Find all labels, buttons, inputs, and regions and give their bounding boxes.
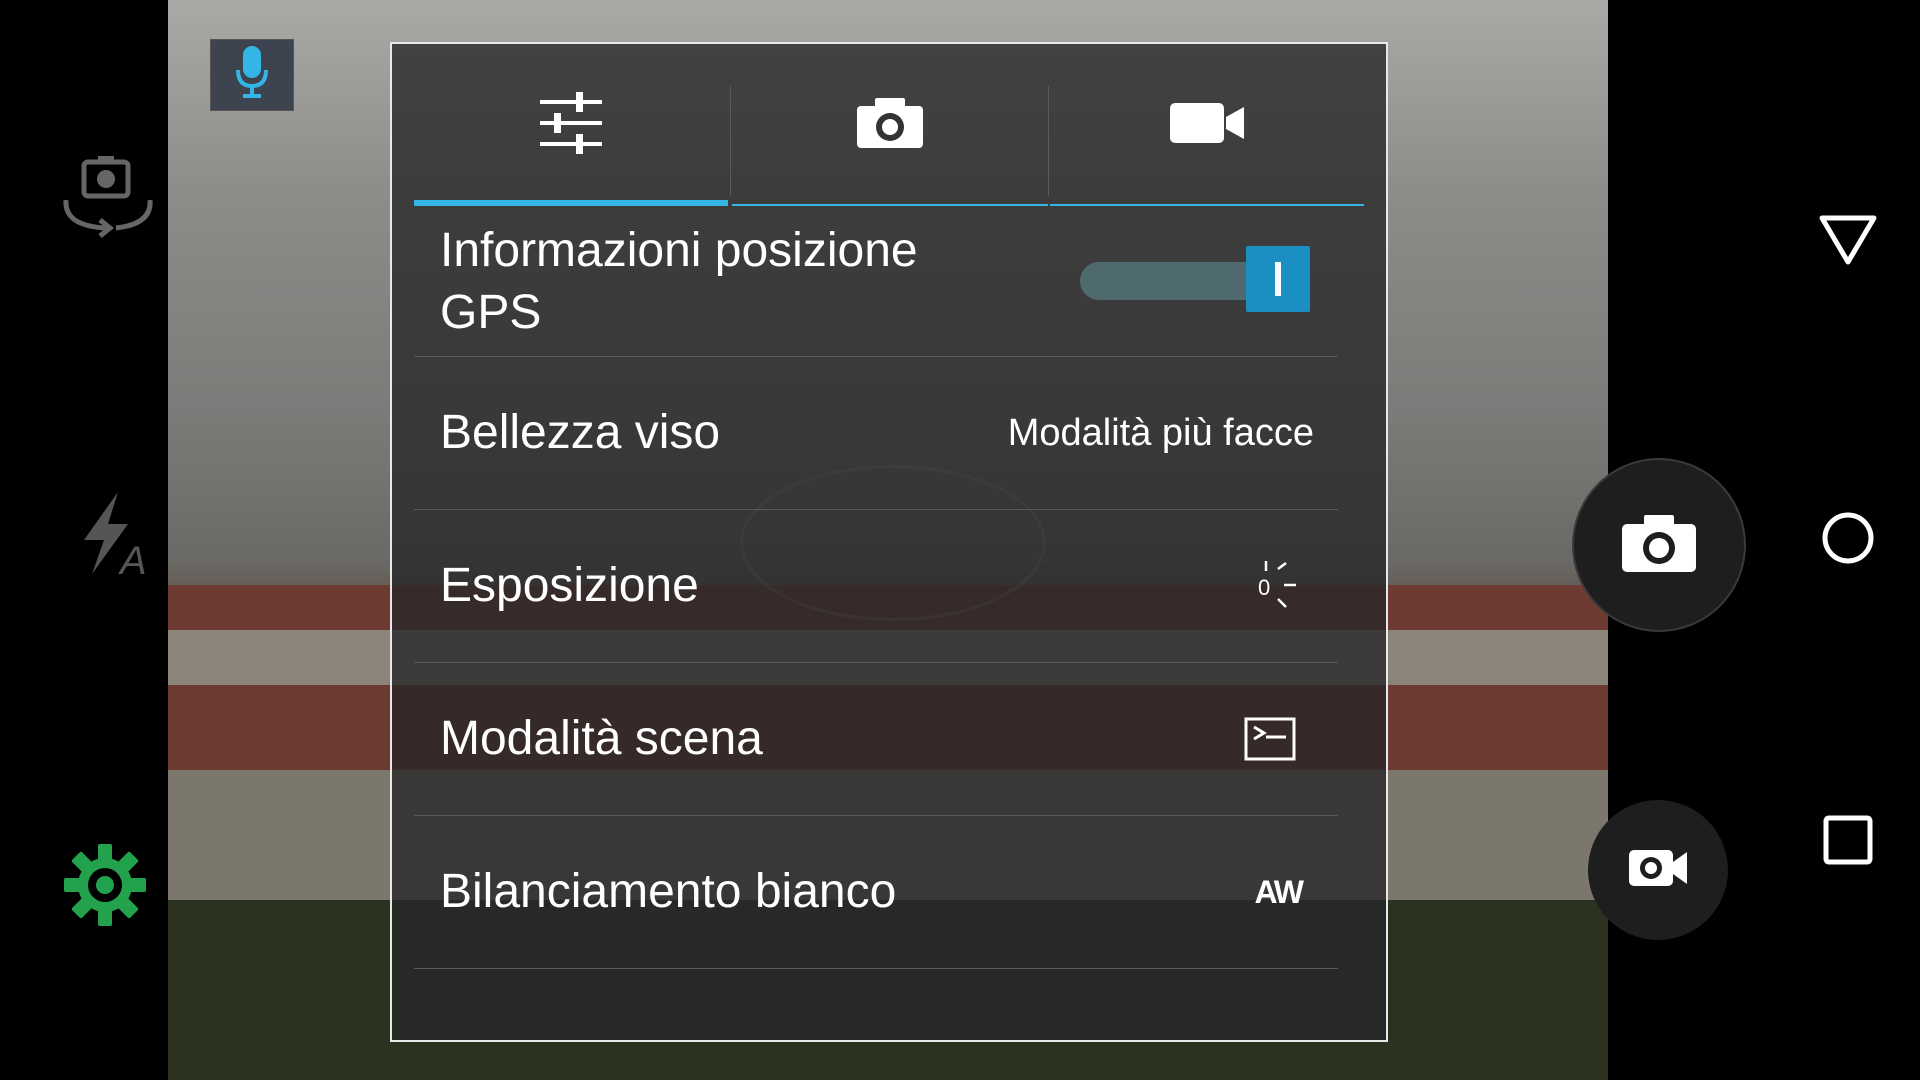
setting-label-line: Informazioni posizione bbox=[440, 224, 918, 277]
flash-mode-button[interactable]: A bbox=[70, 488, 154, 583]
nav-back-icon bbox=[1818, 212, 1878, 273]
setting-value: Modalità più facce bbox=[1007, 411, 1314, 454]
switch-camera-button[interactable] bbox=[56, 152, 160, 242]
tab-divider bbox=[1048, 86, 1049, 196]
setting-row-white-balance[interactable]: Bilanciamento bianco AW bbox=[414, 816, 1338, 969]
scene-mode-icon bbox=[1244, 717, 1296, 761]
microphone-icon bbox=[235, 44, 269, 107]
record-video-icon bbox=[1627, 846, 1689, 895]
setting-label: Bellezza viso bbox=[440, 406, 721, 459]
tab-divider bbox=[730, 86, 731, 196]
setting-label-line: GPS bbox=[440, 286, 542, 339]
nav-back-button[interactable] bbox=[1818, 212, 1878, 272]
voice-shutter-button[interactable] bbox=[210, 39, 294, 111]
camera-settings-panel: Informazioni posizione GPS Bellezza viso… bbox=[390, 42, 1388, 1042]
setting-label: Informazioni posizione GPS bbox=[414, 218, 918, 344]
setting-row-gps[interactable]: Informazioni posizione GPS bbox=[414, 206, 1338, 357]
video-camera-icon bbox=[1168, 101, 1246, 150]
record-video-button[interactable] bbox=[1588, 800, 1728, 940]
tab-video-settings[interactable] bbox=[1050, 44, 1364, 206]
settings-tab-bar bbox=[414, 44, 1364, 206]
sliders-icon bbox=[538, 91, 604, 159]
switch-camera-icon bbox=[56, 150, 160, 245]
nav-home-button[interactable] bbox=[1820, 512, 1876, 568]
nav-recents-icon bbox=[1822, 814, 1874, 871]
setting-label: Bilanciamento bianco bbox=[440, 865, 897, 918]
toggle-thumb bbox=[1246, 246, 1310, 312]
white-balance-value: AW bbox=[1254, 873, 1304, 910]
setting-label: Modalità scena bbox=[440, 712, 763, 765]
tab-photo-settings[interactable] bbox=[732, 44, 1048, 206]
setting-label: Esposizione bbox=[440, 559, 699, 612]
exposure-icon: 0 bbox=[1256, 559, 1300, 613]
nav-home-icon bbox=[1820, 510, 1876, 571]
shutter-button[interactable] bbox=[1572, 458, 1746, 632]
svg-text:A: A bbox=[118, 539, 147, 578]
flash-auto-icon: A bbox=[70, 488, 154, 583]
settings-gear-icon bbox=[62, 842, 148, 933]
setting-row-face-beauty[interactable]: Bellezza viso Modalità più facce bbox=[414, 357, 1338, 510]
shutter-camera-icon bbox=[1620, 512, 1698, 579]
camera-icon bbox=[855, 96, 925, 155]
settings-button[interactable] bbox=[62, 842, 148, 933]
tab-general-settings[interactable] bbox=[414, 44, 728, 206]
setting-row-exposure[interactable]: Esposizione 0 bbox=[414, 510, 1338, 663]
exposure-value: 0 bbox=[1258, 575, 1271, 600]
auto-white-balance-icon: AW bbox=[1254, 873, 1304, 911]
nav-recents-button[interactable] bbox=[1822, 814, 1874, 871]
setting-row-scene-mode[interactable]: Modalità scena bbox=[414, 663, 1338, 816]
settings-list: Informazioni posizione GPS Bellezza viso… bbox=[414, 206, 1338, 969]
gps-toggle[interactable] bbox=[1080, 246, 1310, 312]
